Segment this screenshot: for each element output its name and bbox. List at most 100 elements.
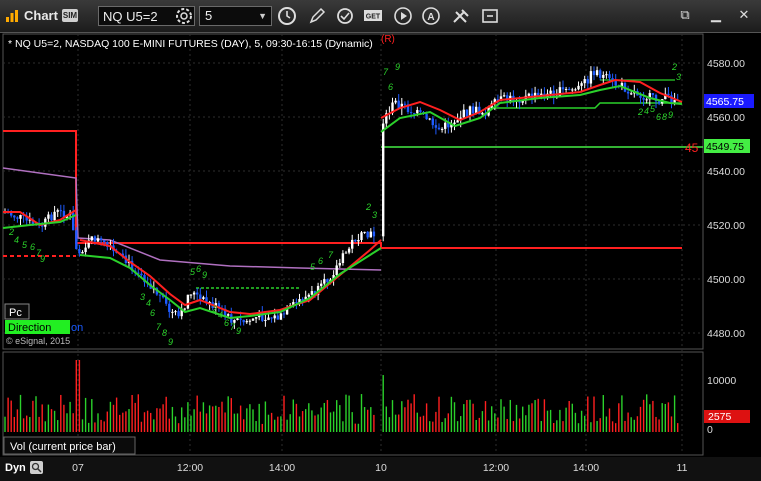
- svg-text:14:00: 14:00: [573, 462, 599, 474]
- volume-title: Vol (current price bar): [3, 436, 136, 455]
- svg-text:2: 2: [365, 202, 371, 212]
- chart-header: * NQ U5=2, NASDAQ 100 E-MINI FUTURES (DA…: [8, 38, 373, 50]
- candle-body: [171, 311, 174, 313]
- candle-body: [16, 217, 19, 219]
- minimize-icon[interactable]: ▁: [707, 6, 725, 24]
- candle-body: [338, 263, 341, 266]
- candle-body: [577, 85, 580, 90]
- candle-body: [19, 215, 22, 219]
- candle-body: [369, 231, 372, 238]
- candle-body: [335, 265, 338, 276]
- candle-body: [651, 93, 655, 95]
- candle-body: [642, 97, 645, 100]
- interval-select[interactable]: 5 ▼: [199, 6, 272, 26]
- svg-text:9: 9: [40, 254, 45, 264]
- get-quote-icon[interactable]: GET: [362, 6, 384, 26]
- last-price-badge: 4565.75: [704, 94, 754, 108]
- svg-text:6: 6: [196, 264, 201, 274]
- candle-body: [583, 79, 586, 84]
- volume-bars: [4, 360, 679, 432]
- svg-text:6: 6: [150, 308, 155, 318]
- svg-text:A: A: [427, 12, 434, 23]
- candle-body: [282, 313, 286, 315]
- volume-last-badge: 2575: [704, 410, 750, 423]
- candle-body: [413, 113, 416, 115]
- candle-body: [608, 74, 611, 79]
- svg-text:10000: 10000: [707, 375, 736, 387]
- candle-body: [419, 110, 422, 113]
- candle-body: [549, 90, 552, 94]
- refresh-icon[interactable]: [334, 6, 356, 26]
- candle-body: [99, 238, 103, 241]
- svg-text:6: 6: [224, 318, 229, 328]
- pc-legend[interactable]: Pc: [4, 303, 30, 320]
- alert-icon[interactable]: A: [420, 6, 442, 26]
- close-icon[interactable]: ✕: [735, 6, 753, 24]
- price-label: 4540.00: [707, 166, 745, 178]
- price-label: 4520.00: [707, 220, 745, 232]
- chart-area[interactable]: * NQ U5=2, NASDAQ 100 E-MINI FUTURES (DA…: [0, 32, 761, 481]
- candle-body: [254, 317, 258, 319]
- candle-body: [645, 99, 648, 101]
- candle-body: [363, 231, 366, 233]
- candle-body: [341, 253, 345, 264]
- candle-body: [242, 319, 245, 323]
- candle-body: [586, 79, 589, 84]
- play-icon[interactable]: [392, 6, 414, 26]
- candle-body: [276, 315, 279, 320]
- svg-text:3: 3: [140, 292, 145, 302]
- volume-axis: 10000 0: [707, 375, 736, 436]
- svg-text:9: 9: [395, 62, 400, 72]
- candle-body: [270, 317, 273, 319]
- candle-body: [227, 314, 230, 316]
- svg-text:4: 4: [218, 310, 223, 320]
- svg-text:Vol (current price bar): Vol (current price bar): [10, 441, 116, 453]
- candle-body: [360, 232, 363, 241]
- candle-body: [236, 318, 239, 320]
- candle-body: [568, 88, 571, 91]
- svg-text:5: 5: [22, 240, 28, 250]
- title-bar: Chart SIM NQ U5=2 5 ▼ GET A ⧉ ▁ ✕: [0, 0, 761, 33]
- zoom-icon[interactable]: [30, 461, 43, 474]
- svg-text:0: 0: [707, 424, 713, 436]
- pencil-icon[interactable]: [306, 6, 328, 26]
- candle-body: [657, 101, 661, 104]
- candle-body: [310, 291, 314, 295]
- svg-text:6: 6: [30, 242, 35, 252]
- candle-body: [537, 92, 540, 96]
- price-pane-border: [2, 33, 704, 350]
- tools-icon[interactable]: [450, 6, 472, 26]
- candle-body: [602, 74, 605, 78]
- svg-text:9: 9: [202, 270, 207, 280]
- svg-text:4: 4: [146, 298, 151, 308]
- candle-body: [177, 311, 180, 317]
- svg-text:GET: GET: [366, 14, 381, 21]
- candle-body: [267, 317, 270, 320]
- settings-gear-icon[interactable]: [173, 6, 195, 26]
- candle-body: [434, 125, 438, 128]
- direction-legend[interactable]: Direction on: [5, 320, 83, 334]
- interval-value: 5: [205, 8, 213, 23]
- svg-text:11: 11: [677, 462, 688, 474]
- level-badge: 4549.75: [704, 139, 750, 153]
- candle-body: [372, 231, 376, 237]
- candle-body: [13, 215, 16, 218]
- candle-body: [599, 70, 602, 78]
- candle-body: [192, 292, 196, 295]
- svg-text:07: 07: [72, 462, 84, 474]
- clock-icon[interactable]: [276, 6, 298, 26]
- candle-body: [307, 294, 310, 297]
- candle-body: [103, 240, 106, 243]
- candle-body: [425, 113, 428, 120]
- link-icon[interactable]: [479, 6, 501, 26]
- candle-body: [326, 279, 329, 283]
- svg-text:6: 6: [318, 256, 323, 266]
- candle-body: [561, 87, 565, 90]
- candle-body: [471, 106, 475, 114]
- candle-body: [357, 240, 360, 242]
- svg-text:2: 2: [211, 304, 217, 314]
- sequence-count-labels: 24 5 679 346789 5 69 246 7 9 567 23 769 2 4 56 8…: [8, 62, 681, 347]
- dyn-mode-label: Dyn: [5, 462, 26, 474]
- moving-averages: [2, 78, 683, 320]
- link-window-icon[interactable]: ⧉: [676, 6, 694, 24]
